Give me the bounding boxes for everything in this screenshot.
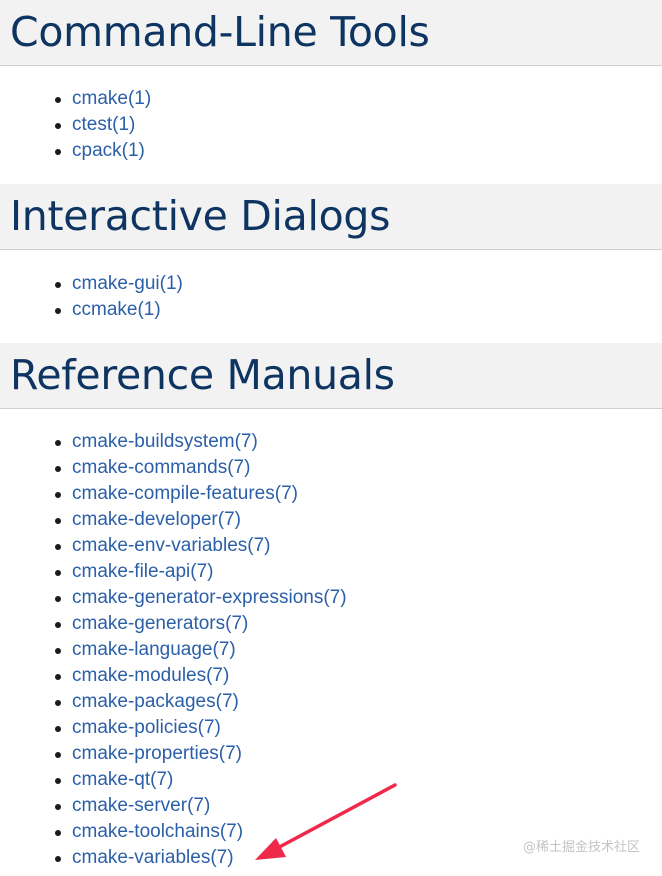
list-item: cpack(1) (55, 138, 662, 164)
link-cpack[interactable]: cpack(1) (72, 140, 145, 161)
link-cmake-properties[interactable]: cmake-properties(7) (72, 743, 242, 764)
link-cmake-modules[interactable]: cmake-modules(7) (72, 665, 229, 686)
link-ctest[interactable]: ctest(1) (72, 114, 135, 135)
link-cmake-generator-expressions[interactable]: cmake-generator-expressions(7) (72, 587, 347, 608)
list-item: cmake-language(7) (55, 637, 662, 663)
list-item: cmake-file-api(7) (55, 559, 662, 585)
list-item: cmake-env-variables(7) (55, 533, 662, 559)
link-cmake-qt[interactable]: cmake-qt(7) (72, 769, 173, 790)
list-item: cmake-compile-features(7) (55, 481, 662, 507)
link-cmake-packages[interactable]: cmake-packages(7) (72, 691, 239, 712)
link-cmake-file-api[interactable]: cmake-file-api(7) (72, 561, 213, 582)
interactive-dialogs-list: cmake-gui(1) ccmake(1) (0, 271, 662, 323)
list-item: cmake-packages(7) (55, 689, 662, 715)
link-cmake-commands[interactable]: cmake-commands(7) (72, 457, 250, 478)
link-cmake-toolchains[interactable]: cmake-toolchains(7) (72, 821, 243, 842)
list-item: cmake-developer(7) (55, 507, 662, 533)
link-cmake[interactable]: cmake(1) (72, 88, 151, 109)
link-cmake-env-variables[interactable]: cmake-env-variables(7) (72, 535, 271, 556)
link-cmake-variables[interactable]: cmake-variables(7) (72, 847, 234, 868)
list-item: cmake(1) (55, 86, 662, 112)
list-item: cmake-qt(7) (55, 767, 662, 793)
reference-manuals-list: cmake-buildsystem(7) cmake-commands(7) c… (0, 429, 662, 871)
link-cmake-language[interactable]: cmake-language(7) (72, 639, 236, 660)
link-cmake-buildsystem[interactable]: cmake-buildsystem(7) (72, 431, 258, 452)
list-item: cmake-generator-expressions(7) (55, 585, 662, 611)
link-cmake-compile-features[interactable]: cmake-compile-features(7) (72, 483, 298, 504)
link-cmake-policies[interactable]: cmake-policies(7) (72, 717, 221, 738)
link-cmake-developer[interactable]: cmake-developer(7) (72, 509, 241, 530)
link-cmake-server[interactable]: cmake-server(7) (72, 795, 210, 816)
list-item: ctest(1) (55, 112, 662, 138)
list-item: cmake-server(7) (55, 793, 662, 819)
list-item: cmake-commands(7) (55, 455, 662, 481)
list-item: cmake-buildsystem(7) (55, 429, 662, 455)
list-item: cmake-modules(7) (55, 663, 662, 689)
list-item: cmake-properties(7) (55, 741, 662, 767)
section-heading-reference-manuals: Reference Manuals (0, 343, 662, 409)
link-cmake-generators[interactable]: cmake-generators(7) (72, 613, 248, 634)
list-item: ccmake(1) (55, 297, 662, 323)
watermark: @稀土掘金技术社区 (522, 840, 640, 855)
command-line-tools-list: cmake(1) ctest(1) cpack(1) (0, 86, 662, 164)
list-item: cmake-generators(7) (55, 611, 662, 637)
section-heading-command-line-tools: Command-Line Tools (0, 0, 662, 66)
link-ccmake[interactable]: ccmake(1) (72, 299, 161, 320)
section-heading-interactive-dialogs: Interactive Dialogs (0, 184, 662, 250)
list-item: cmake-policies(7) (55, 715, 662, 741)
list-item: cmake-gui(1) (55, 271, 662, 297)
link-cmake-gui[interactable]: cmake-gui(1) (72, 273, 183, 294)
